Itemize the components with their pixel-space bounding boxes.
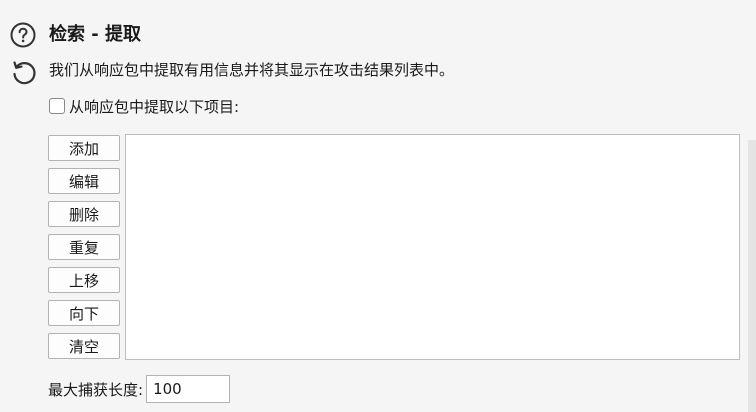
move-down-button[interactable]: 向下 xyxy=(48,300,120,326)
extract-checkbox-row[interactable]: 从响应包中提取以下项目: xyxy=(49,95,239,117)
section-title: 检索 - 提取 xyxy=(49,24,142,45)
duplicate-button[interactable]: 重复 xyxy=(48,234,120,260)
max-capture-label: 最大捕获长度: xyxy=(48,380,144,399)
help-icon[interactable] xyxy=(10,22,36,48)
scrollbar-track[interactable] xyxy=(748,140,756,412)
add-button[interactable]: 添加 xyxy=(48,135,120,161)
extract-checkbox-label: 从响应包中提取以下项目: xyxy=(69,97,240,116)
extract-button-column: 添加 编辑 删除 重复 上移 向下 清空 xyxy=(48,135,120,366)
extract-checkbox[interactable] xyxy=(49,98,65,114)
clear-button[interactable]: 清空 xyxy=(48,333,120,359)
extract-items-list[interactable] xyxy=(125,134,740,360)
section-description: 我们从响应包中提取有用信息并将其显示在攻击结果列表中。 xyxy=(49,61,455,79)
max-capture-input[interactable]: 100 xyxy=(146,375,231,403)
remove-button[interactable]: 删除 xyxy=(48,201,120,227)
reset-icon[interactable] xyxy=(10,58,38,86)
max-capture-row: 最大捕获长度: 100 xyxy=(48,375,231,403)
edit-button[interactable]: 编辑 xyxy=(48,168,120,194)
move-up-button[interactable]: 上移 xyxy=(48,267,120,293)
